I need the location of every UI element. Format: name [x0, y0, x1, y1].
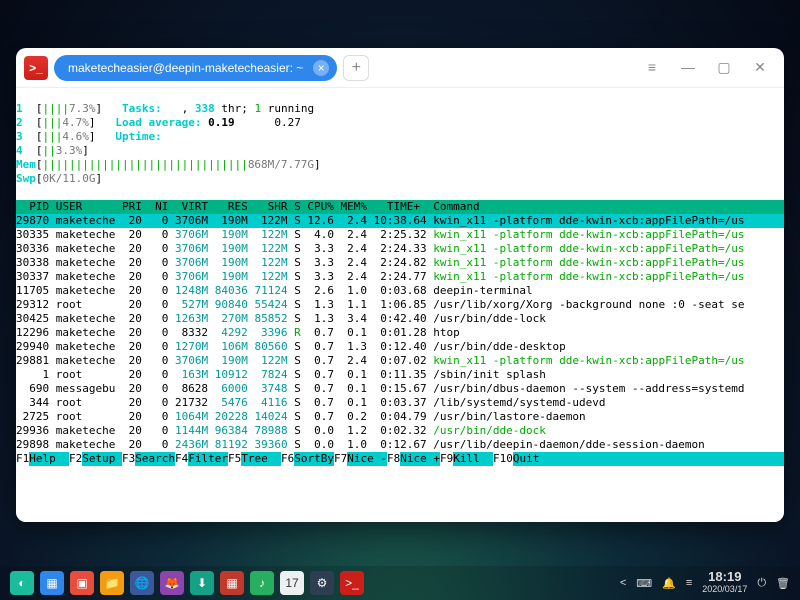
menu-icon[interactable]: ≡ — [644, 59, 660, 76]
tray-trash-icon[interactable]: 🗑 — [776, 577, 790, 590]
clock[interactable]: 18:19 2020/03/17 — [702, 571, 747, 595]
minimize-button[interactable]: — — [680, 59, 696, 76]
firefox-icon[interactable]: 🦊 — [160, 571, 184, 595]
tray-keyboard-icon[interactable]: ⌨ — [636, 577, 652, 590]
terminal-window: >_ maketecheasier@deepin-maketecheasier:… — [16, 48, 784, 522]
calendar-icon[interactable]: 17 — [280, 571, 304, 595]
multitask-icon[interactable]: ▦ — [40, 571, 64, 595]
terminal-taskbar-icon[interactable]: >_ — [340, 571, 364, 595]
tray-power-icon[interactable]: ⏻ — [757, 577, 766, 590]
tab-title: maketecheasier@deepin-maketecheasier: ~ — [68, 61, 303, 75]
app-icon-1[interactable]: ▣ — [70, 571, 94, 595]
tray-network-icon[interactable]: ≡ — [686, 577, 692, 589]
tray-chevron-icon[interactable]: < — [620, 577, 626, 589]
music-icon[interactable]: ♪ — [250, 571, 274, 595]
settings-icon[interactable]: ⚙ — [310, 571, 334, 595]
tray-notification-icon[interactable]: 🔔 — [662, 577, 676, 590]
terminal-tab[interactable]: maketecheasier@deepin-maketecheasier: ~ … — [54, 55, 337, 81]
window-controls: ≡ — ▢ ✕ — [644, 59, 776, 76]
maximize-button[interactable]: ▢ — [716, 59, 732, 76]
titlebar: >_ maketecheasier@deepin-maketecheasier:… — [16, 48, 784, 88]
terminal-content[interactable]: 1 [|||| 7.3%] Tasks: , 338 thr; 1 runnin… — [16, 88, 784, 522]
tab-close-icon[interactable]: × — [313, 60, 329, 76]
close-button[interactable]: ✕ — [752, 59, 768, 76]
files-icon[interactable]: 📁 — [100, 571, 124, 595]
store-icon[interactable]: ⬇ — [190, 571, 214, 595]
terminal-app-icon: >_ — [24, 56, 48, 80]
taskbar: ◐ ▦ ▣ 📁 🌐 🦊 ⬇ ▦ ♪ 17 ⚙ >_ < ⌨ 🔔 ≡ 18:19 … — [0, 566, 800, 600]
new-tab-button[interactable]: + — [343, 55, 369, 81]
launcher-icon[interactable]: ◐ — [10, 571, 34, 595]
app-icon-2[interactable]: ▦ — [220, 571, 244, 595]
browser-icon[interactable]: 🌐 — [130, 571, 154, 595]
